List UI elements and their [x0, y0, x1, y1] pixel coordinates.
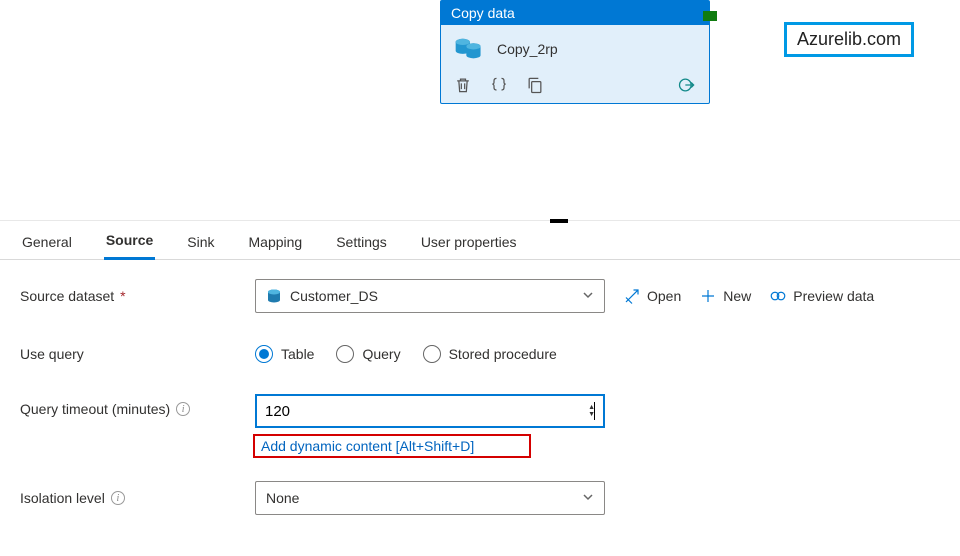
tab-source[interactable]: Source — [104, 223, 155, 260]
source-form: Source dataset * Customer_DS Open New — [0, 260, 960, 556]
radio-stored-procedure[interactable]: Stored procedure — [423, 345, 557, 363]
copy-data-activity[interactable]: Copy data Copy_2rp — [440, 0, 710, 104]
tab-user-properties[interactable]: User properties — [419, 225, 519, 259]
preview-data-button[interactable]: Preview data — [769, 287, 874, 305]
isolation-level-label: Isolation level — [20, 490, 105, 506]
add-dynamic-content-link[interactable]: Add dynamic content [Alt+Shift+D] — [253, 434, 531, 458]
database-icon — [453, 35, 485, 63]
source-dataset-label: Source dataset — [20, 288, 114, 304]
chevron-down-icon — [582, 490, 594, 506]
activity-header: Copy data — [441, 1, 709, 25]
radio-table[interactable]: Table — [255, 345, 314, 363]
trash-icon[interactable] — [453, 75, 473, 95]
isolation-level-select[interactable]: None — [255, 481, 605, 515]
open-dataset-button[interactable]: Open — [623, 287, 681, 305]
isolation-level-value: None — [266, 490, 299, 506]
source-dataset-value: Customer_DS — [290, 288, 378, 304]
source-dataset-select[interactable]: Customer_DS — [255, 279, 605, 313]
dataset-icon — [266, 288, 282, 304]
tab-sink[interactable]: Sink — [185, 225, 216, 259]
radio-query[interactable]: Query — [336, 345, 400, 363]
properties-tabs: General Source Sink Mapping Settings Use… — [0, 220, 960, 260]
panel-grip[interactable] — [550, 219, 568, 223]
info-icon[interactable]: i — [176, 402, 190, 416]
info-icon[interactable]: i — [111, 491, 125, 505]
tab-general[interactable]: General — [20, 225, 74, 259]
chevron-down-icon — [582, 288, 594, 304]
query-timeout-input[interactable]: ▲▼ — [255, 394, 605, 428]
required-asterisk: * — [120, 288, 125, 304]
arrow-out-icon[interactable] — [677, 75, 697, 95]
number-stepper[interactable]: ▲▼ — [588, 404, 595, 418]
tab-settings[interactable]: Settings — [334, 225, 389, 259]
copy-icon[interactable] — [525, 75, 545, 95]
output-port[interactable] — [703, 11, 717, 21]
braces-icon[interactable] — [489, 75, 509, 95]
use-query-label: Use query — [20, 346, 84, 362]
tab-mapping[interactable]: Mapping — [247, 225, 305, 259]
activity-name: Copy_2rp — [497, 41, 558, 57]
new-dataset-button[interactable]: New — [699, 287, 751, 305]
pipeline-canvas: Copy data Copy_2rp — [0, 0, 960, 220]
watermark-badge: Azurelib.com — [784, 22, 914, 57]
query-timeout-field[interactable] — [265, 403, 594, 420]
use-query-radio-group: Table Query Stored procedure — [255, 345, 557, 363]
query-timeout-label: Query timeout (minutes) — [20, 401, 170, 417]
